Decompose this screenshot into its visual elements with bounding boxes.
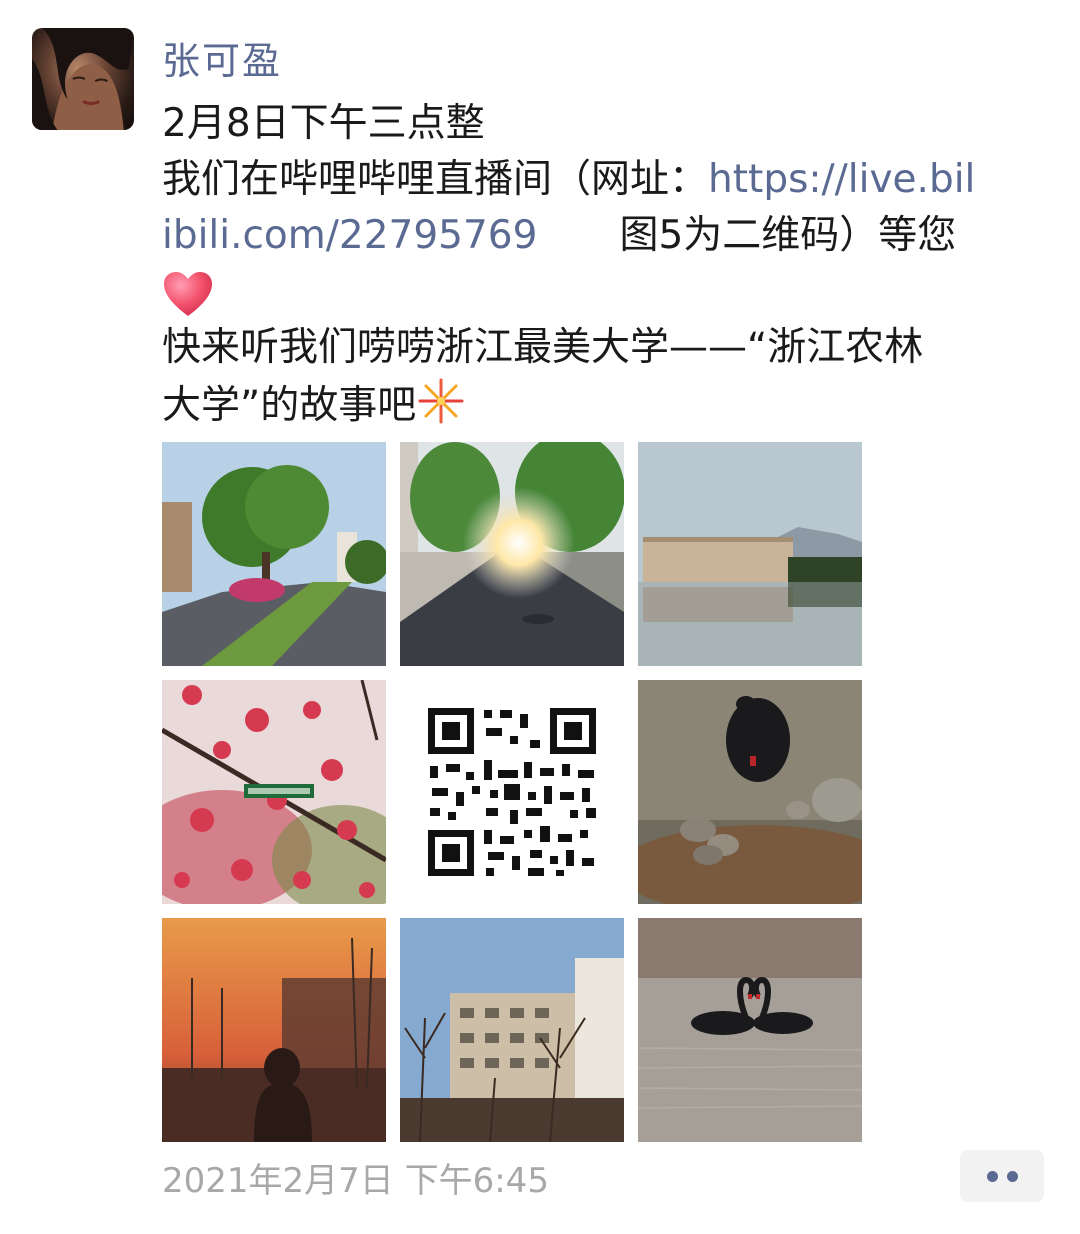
more-dots-icon (1006, 1170, 1018, 1182)
photo-9[interactable] (638, 918, 862, 1142)
post-line-6-text: 大学”的故事吧 (162, 383, 417, 428)
photo-1[interactable] (162, 442, 386, 666)
fireworks-icon (418, 378, 464, 424)
more-dots-icon (986, 1170, 998, 1182)
avatar[interactable] (32, 28, 134, 130)
author-name[interactable]: 张可盈 (162, 30, 282, 85)
photo-3[interactable] (638, 442, 862, 666)
post-timestamp: 2021年2月7日 下午6:45 (162, 1161, 549, 1201)
heart-icon (164, 271, 212, 316)
post-text: 2月8日下午三点整 我们在哔哩哔哩直播间（网址：https://live.bil… (162, 96, 1057, 434)
live-link-part-1[interactable]: https://live.bil (708, 157, 975, 202)
post-line-2-text: 我们在哔哩哔哩直播间（网址： (162, 157, 709, 202)
post-line-6: 大学”的故事吧 (162, 376, 1057, 434)
photo-2[interactable] (400, 442, 624, 666)
post-line-3-text: 图5为二维码）等您 (619, 213, 957, 258)
post-line-3: ibili.com/22795769 图5为二维码）等您 (162, 208, 1057, 264)
photo-7[interactable] (162, 918, 386, 1142)
post-line-4 (162, 264, 1057, 320)
live-link-part-2[interactable]: ibili.com/22795769 (162, 213, 537, 258)
avatar-image (32, 28, 134, 130)
post-line-1: 2月8日下午三点整 (162, 101, 485, 146)
photo-4[interactable] (162, 680, 386, 904)
photo-8[interactable] (400, 918, 624, 1142)
post-line-2: 我们在哔哩哔哩直播间（网址：https://live.bil (162, 152, 1057, 208)
photo-6[interactable] (638, 680, 862, 904)
photo-grid (162, 442, 862, 1142)
qr-code[interactable] (400, 680, 624, 904)
more-button[interactable] (960, 1150, 1044, 1202)
post-line-5: 快来听我们唠唠浙江最美大学——“浙江农林 (162, 325, 924, 370)
